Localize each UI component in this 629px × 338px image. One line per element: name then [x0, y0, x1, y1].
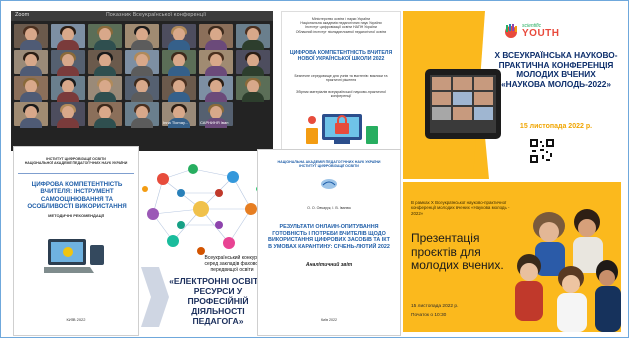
poster-arrow	[141, 267, 169, 327]
booklet-title: ЦИФРОВА КОМПЕТЕНТНІСТЬ ВЧИТЕЛЯ: ІНСТРУМЕ…	[27, 181, 127, 211]
participant-body	[131, 40, 153, 50]
presentation-time: Початок о 10:30	[411, 313, 447, 318]
participant-body	[94, 92, 116, 102]
participant-tile[interactable]	[199, 24, 233, 50]
students-photo	[509, 182, 621, 332]
participant-tile[interactable]: САРНИНЯ Іван	[199, 102, 233, 128]
report-kind: Аналітичний звіт	[305, 262, 353, 268]
booklet-org: ІНСТИТУТ ЦИФРОВІЗАЦІЇ ОСВІТИ НАЦІОНАЛЬНО…	[24, 157, 128, 166]
participant-body	[205, 66, 227, 76]
participant-body	[131, 66, 153, 76]
participant-body	[20, 66, 42, 76]
booklet-kind: МЕТОДИЧНІ РЕКОМЕНДАЦІЇ	[48, 213, 104, 218]
laptop-illustration	[44, 239, 104, 273]
participant-tile[interactable]	[14, 24, 48, 50]
participant-body	[168, 66, 190, 76]
participant-tile[interactable]	[51, 24, 85, 50]
proceedings-footer: Збірник матеріалів всеукраїнської науков…	[296, 90, 386, 99]
participant-tile[interactable]	[51, 50, 85, 76]
security-illustration	[306, 114, 378, 144]
participant-body	[94, 118, 116, 128]
booklet-city: КИЇВ 2022	[66, 317, 86, 322]
conference-date: 15 листопада 2022 р.	[519, 123, 593, 130]
meeting-title: Показник Всеукраїнської конференції	[106, 12, 206, 18]
participant-body	[20, 92, 42, 102]
conference-proceedings-cover: Міністерство освіти і науки України Наці…	[281, 11, 401, 158]
participant-tile[interactable]	[125, 50, 159, 76]
report-title: РЕЗУЛЬТАТИ ОНЛАЙН-ОПИТУВАННЯ ГОТОВНІСТЬ …	[268, 224, 390, 250]
hand-logo-icon	[505, 24, 517, 38]
proceedings-title: ЦИФРОВА КОМПЕТЕНТНІСТЬ ВЧИТЕЛЯ НОВОЇ УКР…	[289, 50, 393, 62]
proceedings-header: Міністерство освіти і науки України Наці…	[295, 17, 387, 34]
participant-body	[168, 92, 190, 102]
presentation-date: 15 листопада 2022 р.	[411, 304, 459, 309]
participant-tile[interactable]	[199, 76, 233, 102]
academy-logo-icon	[321, 179, 337, 189]
participant-tile[interactable]	[162, 50, 196, 76]
participant-tile[interactable]	[88, 24, 122, 50]
poster-title: «ЕЛЕКТРОННІ ОСВІТНІ РЕСУРСИ У ПРОФЕСІЙНІ…	[169, 276, 267, 326]
network-illustration	[142, 164, 262, 255]
participant-body	[168, 40, 190, 50]
presentation-intro: В рамках Х Всеукраїнської науково-практи…	[411, 200, 510, 216]
participant-tile[interactable]	[88, 50, 122, 76]
participant-name: Inna Tlomay...	[163, 120, 188, 125]
participant-name: САРНИНЯ Іван	[200, 120, 229, 125]
window-title: Zoom	[15, 12, 30, 18]
methodical-recommendations-cover: ІНСТИТУТ ЦИФРОВІЗАЦІЇ ОСВІТИ НАЦІОНАЛЬНО…	[13, 146, 139, 336]
participant-tile[interactable]	[88, 102, 122, 128]
participant-body	[94, 66, 116, 76]
conference-banner: scientific YOUTH Х ВСЕУКРАЇНСЬКА НАУКОВО…	[403, 11, 621, 179]
participant-body	[131, 118, 153, 128]
participant-body	[242, 92, 264, 102]
participant-body	[20, 118, 42, 128]
participant-body	[20, 40, 42, 50]
report-org: НАЦІОНАЛЬНА АКАДЕМІЯ ПЕДАГОГІЧНИХ НАУК У…	[277, 160, 381, 169]
conference-title: Х ВСЕУКРАЇНСЬКА НАУКОВО-ПРАКТИЧНА КОНФЕР…	[494, 51, 618, 89]
participant-tile[interactable]	[51, 76, 85, 102]
report-city: Київ 2022	[320, 318, 337, 322]
analytical-report-cover: НАЦІОНАЛЬНА АКАДЕМІЯ ПЕДАГОГІЧНИХ НАУК У…	[257, 149, 401, 336]
competition-poster: Всеукраїнський конкурс серед закладів фа…	[133, 159, 271, 334]
participant-tile[interactable]	[88, 76, 122, 102]
qr-code-icon	[530, 139, 554, 163]
participant-tile[interactable]	[199, 50, 233, 76]
video-conference-screenshot: Zoom Показник Всеукраїнської конференції…	[11, 11, 273, 151]
participant-body	[242, 40, 264, 50]
logo-big-text: YOUTH	[522, 28, 560, 39]
collage-frame: Zoom Показник Всеукраїнської конференції…	[0, 0, 629, 338]
proceedings-subtitle: Безпечне середовище для учнів та вчителі…	[294, 74, 388, 83]
participant-body	[57, 118, 79, 128]
video-title-bar: Zoom Показник Всеукраїнської конференції	[11, 11, 273, 21]
participant-tile[interactable]	[14, 76, 48, 102]
participant-tile[interactable]	[14, 50, 48, 76]
participant-tile[interactable]	[51, 102, 85, 128]
presentation-banner: В рамках Х Всеукраїнської науково-практи…	[403, 182, 621, 332]
participant-tile[interactable]	[125, 24, 159, 50]
participant-tile[interactable]	[14, 102, 48, 128]
participant-body	[242, 66, 264, 76]
participant-body	[94, 40, 116, 50]
participant-tile[interactable]	[162, 24, 196, 50]
participant-body	[57, 40, 79, 50]
participant-body	[205, 92, 227, 102]
participant-tile[interactable]	[162, 76, 196, 102]
participant-body	[205, 40, 227, 50]
participant-body	[131, 92, 153, 102]
report-authors: О. О. Овчарук, І. В. Іванюк	[307, 206, 351, 210]
participant-tile[interactable]	[236, 24, 270, 50]
participant-tile[interactable]	[236, 76, 270, 102]
participant-tile[interactable]: Inna Tlomay...	[162, 102, 196, 128]
presentation-title: Презентація проєктів для молодих вчених.	[411, 232, 504, 272]
participant-body	[57, 66, 79, 76]
participant-body	[57, 92, 79, 102]
participant-tile[interactable]	[125, 102, 159, 128]
participant-tile[interactable]	[236, 50, 270, 76]
participant-tile[interactable]	[125, 76, 159, 102]
